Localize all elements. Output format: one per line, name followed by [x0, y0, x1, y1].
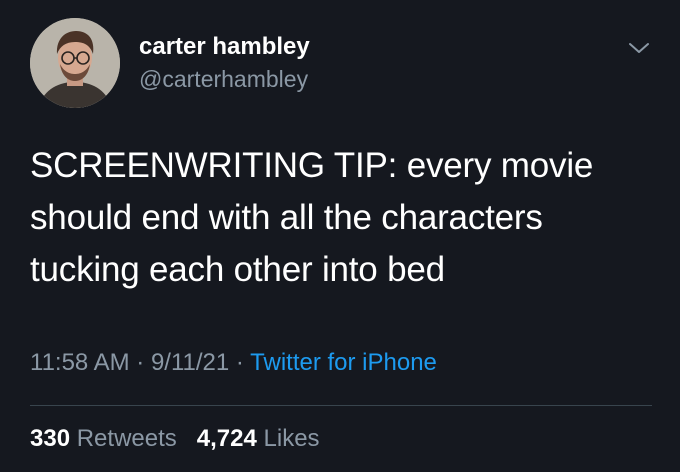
tweet-text: SCREENWRITING TIP: every movie should en… — [30, 140, 660, 296]
retweets-label: Retweets — [76, 425, 177, 452]
chevron-down-icon[interactable] — [624, 36, 654, 60]
likes-label: Likes — [263, 425, 320, 452]
tweet-text-line: should end with all the characters — [30, 198, 543, 237]
tweet-card: carter hambley @carterhambley SCREENWRIT… — [0, 0, 680, 472]
user-handle[interactable]: @carterhambley — [139, 66, 308, 93]
tweet-metadata: 11:58 AM · 9/11/21 · Twitter for iPhone — [30, 349, 437, 377]
tweet-text-line: tucking each other into bed — [30, 250, 445, 289]
display-name[interactable]: carter hambley — [139, 33, 310, 61]
meta-separator: · — [129, 349, 151, 376]
retweets-stat[interactable]: 330 Retweets — [30, 425, 177, 452]
tweet-time[interactable]: 11:58 AM — [30, 349, 130, 376]
tweet-date[interactable]: 9/11/21 — [151, 349, 229, 376]
retweets-count: 330 — [30, 425, 71, 452]
tweet-source-link[interactable]: Twitter for iPhone — [250, 349, 437, 376]
meta-separator: · — [229, 349, 251, 376]
likes-count: 4,724 — [196, 425, 257, 452]
tweet-stats: 330 Retweets 4,724 Likes — [30, 425, 320, 453]
divider — [30, 405, 652, 406]
user-avatar-icon — [30, 18, 120, 108]
tweet-text-line: SCREENWRITING TIP: every movie — [30, 146, 594, 185]
avatar[interactable] — [30, 18, 120, 108]
likes-stat[interactable]: 4,724 Likes — [197, 425, 320, 452]
